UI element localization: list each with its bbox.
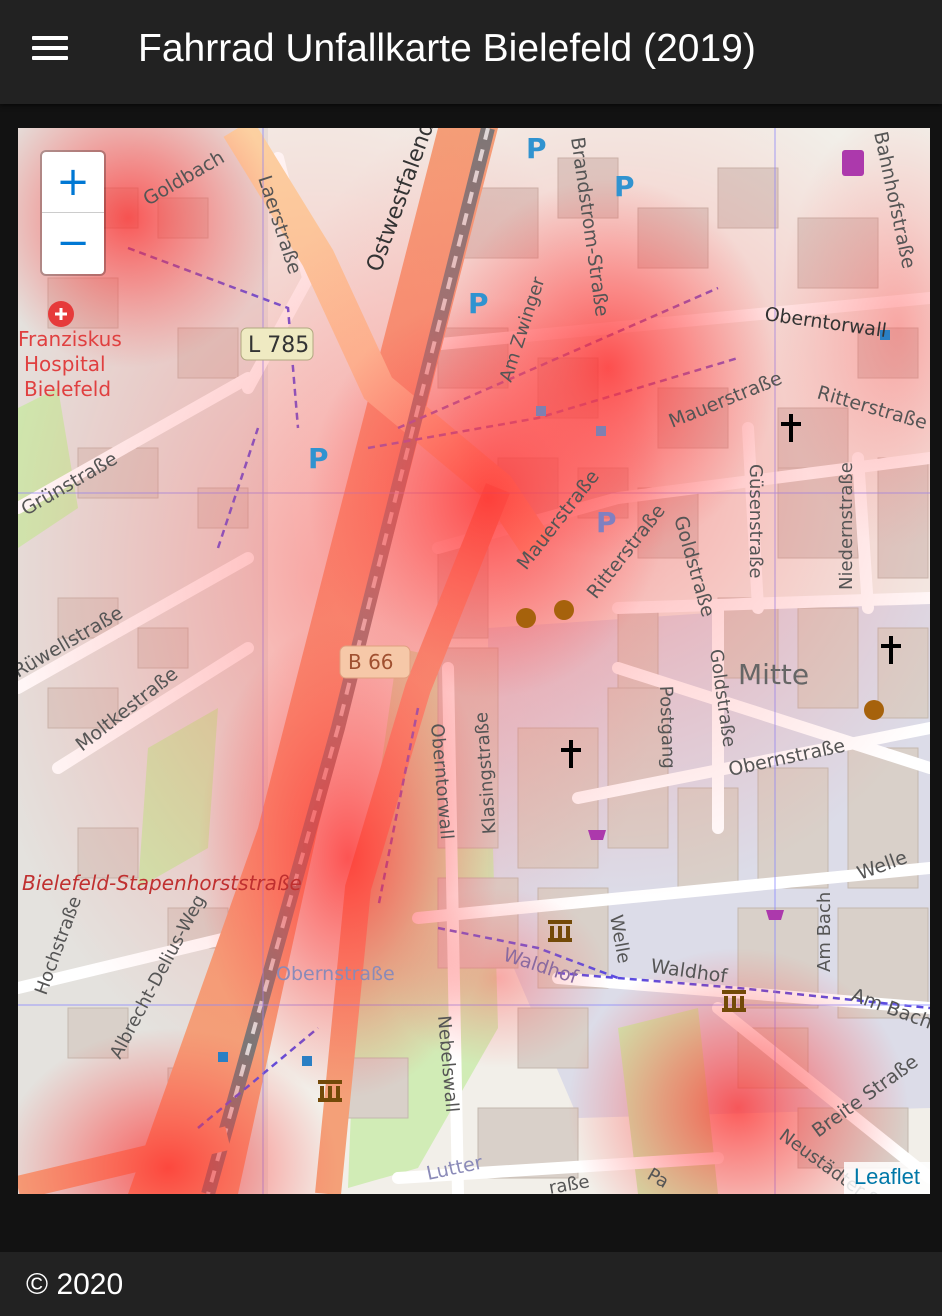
zoom-out-button[interactable]: − — [42, 213, 104, 273]
svg-text:P: P — [596, 506, 617, 539]
bus-stop-icon — [302, 1056, 312, 1066]
poi-label: Bielefeld — [24, 377, 111, 401]
poi-label: Franziskus — [18, 327, 122, 351]
street-label: Güsenstraße — [745, 464, 766, 579]
road-shield-label: L 785 — [248, 333, 309, 358]
app-bar: Fahrrad Unfallkarte Bielefeld (2019) — [0, 0, 942, 104]
street-label: Postgang — [655, 685, 679, 769]
svg-text:P: P — [614, 170, 635, 203]
shopping-bag-icon — [842, 150, 864, 176]
district-label: Mitte — [738, 658, 809, 691]
shopping-cart-icon — [588, 830, 606, 840]
copyright-text: © 2020 — [26, 1268, 124, 1301]
road-shield-label: B 66 — [348, 650, 394, 674]
bus-stop-icon — [218, 1052, 228, 1062]
zoom-in-button[interactable]: + — [42, 152, 104, 213]
svg-text:P: P — [468, 287, 489, 320]
shopping-cart-icon — [766, 910, 784, 920]
street-label: Niedernstraße — [836, 462, 857, 590]
hamburger-menu-icon — [32, 36, 68, 60]
map-tiles: Goldbach Laerstraße Ostwestfalendamm Bra… — [18, 128, 930, 1194]
poi-label: Hospital — [24, 352, 106, 376]
page-title: Fahrrad Unfallkarte Bielefeld (2019) — [138, 27, 756, 70]
menu-button[interactable] — [22, 22, 78, 74]
station-label: Bielefeld-Stapenhorststraße — [22, 871, 302, 895]
accident-heatmap[interactable]: Goldbach Laerstraße Ostwestfalendamm Bra… — [18, 128, 930, 1194]
svg-text:P: P — [526, 132, 547, 165]
street-label: Am Bach — [814, 892, 835, 972]
zoom-control: + − — [40, 150, 106, 276]
leaflet-attribution-link[interactable]: Leaflet — [843, 1162, 930, 1194]
street-label: Obernstraße — [276, 963, 395, 985]
footer: © 2020 — [0, 1252, 942, 1316]
svg-text:P: P — [308, 442, 329, 475]
